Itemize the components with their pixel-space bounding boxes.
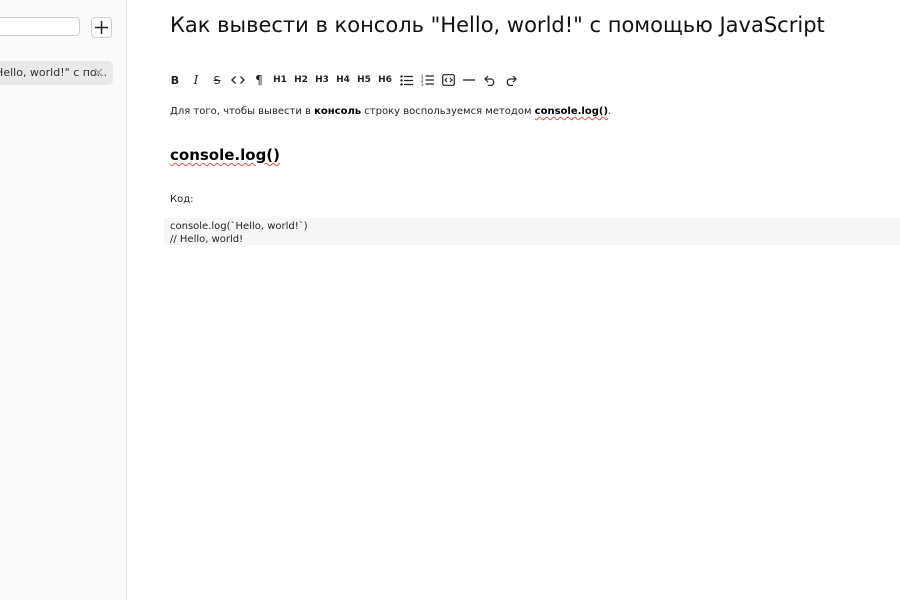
note-title[interactable]: Как вывести в консоль "Hello, world!" с …: [170, 13, 825, 37]
note-list-item-label: "Hello, world!" с по...: [0, 66, 108, 79]
h2-label: H2: [294, 75, 308, 85]
h4-button[interactable]: H4: [334, 71, 352, 89]
bold-button[interactable]: B: [166, 71, 184, 89]
paragraph-bold-console: консоль: [314, 106, 362, 117]
bullet-list-button[interactable]: [397, 71, 415, 89]
code-block-button[interactable]: [439, 71, 457, 89]
italic-icon: I: [193, 73, 199, 87]
plus-icon: [95, 21, 108, 34]
h3-button[interactable]: H3: [313, 71, 331, 89]
svg-text:3: 3: [421, 82, 424, 86]
h3-label: H3: [315, 75, 329, 85]
bullet-list-icon: [399, 74, 413, 86]
code-label[interactable]: Код:: [170, 194, 194, 205]
paragraph-text-2: строку воспользуемся методом: [361, 106, 535, 117]
h2-button[interactable]: H2: [292, 71, 310, 89]
h6-button[interactable]: H6: [376, 71, 394, 89]
h4-label: H4: [336, 75, 350, 85]
h5-label: H5: [357, 75, 371, 85]
code-line-1: console.log(`Hello, world!`): [170, 221, 308, 232]
paragraph-bold-method: console.log(): [534, 106, 609, 117]
paragraph-text-1: Для того, чтобы вывести в: [170, 106, 315, 117]
redo-icon: [506, 75, 517, 86]
h6-label: H6: [378, 75, 392, 85]
ordered-list-button[interactable]: 1 2 3: [418, 71, 436, 89]
code-block[interactable]: console.log(`Hello, world!`) // Hello, w…: [164, 218, 900, 245]
h1-label: H1: [273, 75, 287, 85]
inline-code-button[interactable]: [229, 71, 247, 89]
code-line-2: // Hello, world!: [170, 234, 244, 245]
strikethrough-icon: S: [213, 73, 221, 87]
undo-icon: [484, 75, 495, 86]
paragraph-text-3: .: [608, 106, 612, 117]
paragraph-icon: ¶: [255, 73, 263, 87]
code-block-icon: [441, 74, 455, 86]
editor-toolbar: B I S ¶ H1 H2 H3 H4 H5 H6 1 2 3: [166, 71, 523, 89]
code-icon: [231, 76, 245, 84]
note-list-item[interactable]: "Hello, world!" с по...: [0, 61, 113, 85]
bold-icon: B: [170, 73, 180, 87]
close-icon[interactable]: [93, 67, 104, 78]
ordered-list-icon: 1 2 3: [421, 74, 434, 86]
sidebar: "Hello, world!" с по...: [0, 0, 127, 600]
h5-button[interactable]: H5: [355, 71, 373, 89]
horizontal-rule-button[interactable]: [460, 71, 478, 89]
redo-button[interactable]: [502, 71, 520, 89]
italic-button[interactable]: I: [187, 71, 205, 89]
add-note-button[interactable]: [91, 17, 112, 38]
strikethrough-button[interactable]: S: [208, 71, 226, 89]
section-heading[interactable]: console.log(): [170, 146, 280, 164]
h1-button[interactable]: H1: [271, 71, 289, 89]
intro-paragraph[interactable]: Для того, чтобы вывести в консоль строку…: [170, 106, 611, 117]
undo-button[interactable]: [481, 71, 499, 89]
note-title-text: Как вывести в консоль "Hello, world!" с …: [170, 13, 825, 37]
horizontal-rule-icon: [463, 79, 475, 81]
paragraph-button[interactable]: ¶: [250, 71, 268, 89]
search-input[interactable]: [0, 17, 80, 36]
